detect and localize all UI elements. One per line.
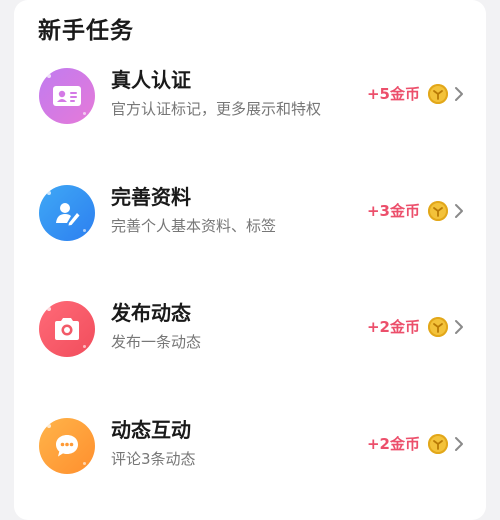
- gold-coin-icon: [428, 201, 448, 221]
- task-description: 评论3条动态: [111, 450, 196, 468]
- task-row-post-interaction[interactable]: 动态互动 评论3条动态 +2金币: [14, 398, 486, 498]
- task-row-real-name-verification[interactable]: 真人认证 官方认证标记，更多展示和特权 +5金币: [14, 48, 486, 148]
- task-name: 发布动态: [111, 301, 191, 325]
- reward-label: +3金币: [366, 202, 420, 220]
- gold-coin-icon: [428, 434, 448, 454]
- task-row-complete-profile[interactable]: 完善资料 完善个人基本资料、标签 +3金币: [14, 165, 486, 265]
- reward-label: +2金币: [366, 435, 420, 453]
- chat-bubble-icon: [39, 418, 95, 474]
- chevron-right-icon[interactable]: [450, 317, 468, 337]
- task-row-publish-post[interactable]: 发布动态 发布一条动态 +2金币: [14, 281, 486, 381]
- gold-coin-icon: [428, 317, 448, 337]
- gold-coin-icon: [428, 84, 448, 104]
- reward-label: +5金币: [366, 85, 420, 103]
- task-description: 发布一条动态: [111, 333, 202, 351]
- task-name: 完善资料: [111, 185, 191, 209]
- task-name: 动态互动: [111, 418, 191, 442]
- id-card-icon: [39, 68, 95, 124]
- task-description: 官方认证标记，更多展示和特权: [111, 100, 322, 118]
- section-title: 新手任务: [38, 18, 134, 44]
- camera-icon: [39, 301, 95, 357]
- chevron-right-icon[interactable]: [450, 84, 468, 104]
- reward-label: +2金币: [366, 318, 420, 336]
- task-name: 真人认证: [111, 68, 191, 92]
- chevron-right-icon[interactable]: [450, 201, 468, 221]
- task-description: 完善个人基本资料、标签: [111, 217, 277, 235]
- chevron-right-icon[interactable]: [450, 434, 468, 454]
- edit-profile-icon: [39, 185, 95, 241]
